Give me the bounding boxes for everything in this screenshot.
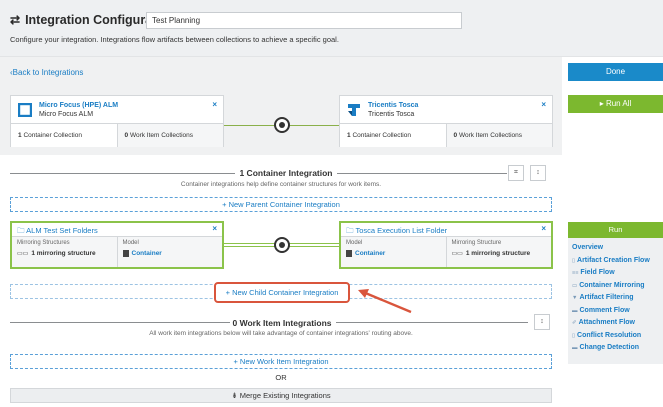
sidebar-item-artifact-filtering[interactable]: ▼ Artifact Filtering (572, 292, 659, 305)
container-name: Tosca Execution List Folder (355, 226, 448, 235)
close-icon[interactable]: × (212, 224, 217, 233)
integration-name-input[interactable] (146, 12, 462, 29)
or-separator: OR (275, 373, 287, 382)
run-button[interactable]: Run (568, 222, 663, 238)
collection-card-right[interactable]: Tricentis Tosca Tricentis Tosca × 1 Cont… (339, 95, 553, 147)
tricentis-logo-icon (348, 104, 360, 116)
document-icon (122, 250, 129, 257)
collection-name: Tricentis Tosca (368, 102, 419, 109)
integration-icon: ⇄ (10, 13, 21, 27)
mirroring-structure-icon: ▭▭ (17, 251, 29, 257)
mirroring-label: Mirroring Structures (17, 240, 70, 246)
mirroring-structure-icon: ▭▭ (451, 251, 463, 257)
work-item-collection-count[interactable]: 0 Work Item Collections (446, 124, 552, 147)
section-divider (10, 322, 230, 323)
filter-icon: ▼ (572, 295, 578, 301)
sidebar-item-overview[interactable]: Overview (572, 242, 659, 255)
change-icon: ▬ (572, 345, 578, 351)
container-hub-icon (274, 237, 290, 253)
highlight-arrow-icon (358, 289, 412, 314)
field-icon: ≡≡ (572, 270, 579, 276)
sidebar-item-container-mirroring[interactable]: ▭ Container Mirroring (572, 280, 659, 293)
new-parent-container-integration-button[interactable]: + New Parent Container Integration (10, 197, 552, 212)
work-item-collection-count[interactable]: 0 Work Item Collections (117, 124, 223, 147)
model-value[interactable]: Container (122, 250, 218, 257)
sidebar-item-conflict-resolution[interactable]: ▯ Conflict Resolution (572, 330, 659, 343)
new-child-container-integration-button[interactable]: + New Child Container Integration (214, 282, 350, 303)
page-description: Configure your integration. Integrations… (10, 35, 339, 44)
container-section-subtitle: Container integrations help define conta… (180, 181, 382, 188)
collection-name: Micro Focus (HPE) ALM (39, 102, 119, 109)
container-section-title: 1 Container Integration (239, 168, 333, 178)
conflict-icon: ▯ (572, 332, 576, 339)
container-collection-count[interactable]: 1 Container Collection (11, 124, 118, 147)
section-divider (10, 173, 235, 174)
sidebar-item-field-flow[interactable]: ≡≡ Field Flow (572, 267, 659, 280)
artifact-icon: ▯ (572, 257, 576, 264)
collection-subtitle: Tricentis Tosca (368, 111, 415, 118)
header: ⇄ Integration Configuration Configure yo… (0, 0, 663, 57)
container-name: ALM Test Set Folders (26, 226, 98, 235)
close-icon[interactable]: × (541, 100, 546, 109)
mirroring-label: Mirroring Structure (451, 240, 502, 246)
container-card-right[interactable]: 🗀 Tosca Execution List Folder × Model Co… (339, 221, 553, 269)
work-item-section-title: 0 Work Item Integrations (232, 318, 332, 328)
sidebar-item-artifact-creation-flow[interactable]: ▯ Artifact Creation Flow (572, 255, 659, 268)
sidebar-item-change-detection[interactable]: ▬ Change Detection (572, 342, 659, 355)
back-link-label: Back to Integrations (12, 68, 84, 77)
collection-hub-icon (274, 117, 290, 133)
mirroring-structure-value[interactable]: ▭▭ 1 mirroring structure (17, 250, 112, 257)
done-button[interactable]: Done (568, 63, 663, 81)
section-divider (337, 173, 507, 174)
container-card-left[interactable]: 🗀 ALM Test Set Folders × Mirroring Struc… (10, 221, 224, 269)
folder-icon: 🗀 (17, 226, 25, 235)
comment-icon: ▬ (572, 307, 578, 314)
attachment-icon: ✐ (572, 320, 577, 326)
sidebar-nav: Overview ▯ Artifact Creation Flow ≡≡ Field… (568, 238, 663, 364)
run-all-button[interactable]: ▸ Run All (568, 95, 663, 113)
section-divider (336, 322, 528, 323)
sidebar-item-comment-flow[interactable]: ▬ Comment Flow (572, 305, 659, 318)
mirror-icon: ▭ (572, 282, 578, 289)
close-icon[interactable]: × (212, 100, 217, 109)
work-item-section-subtitle: All work item integrations below will ta… (149, 330, 413, 337)
reorder-button[interactable]: ↕ (530, 165, 546, 181)
folder-icon: 🗀 (346, 226, 354, 235)
model-label: Model (122, 240, 139, 246)
sidebar-item-attachment-flow[interactable]: ✐ Attachment Flow (572, 317, 659, 330)
document-icon (346, 250, 352, 257)
micro-focus-logo-icon (18, 103, 32, 117)
merge-existing-integrations-button[interactable]: ⇟ Merge Existing Integrations (10, 388, 552, 403)
model-value[interactable]: Container (346, 250, 441, 257)
container-collection-count[interactable]: 1 Container Collection (340, 124, 447, 147)
model-label: Model (346, 240, 363, 246)
hierarchy-tool-button[interactable]: ⌗ (508, 165, 524, 181)
reorder-button[interactable]: ↕ (534, 314, 550, 330)
mirroring-structure-value[interactable]: ▭▭ 1 mirroring structure (452, 250, 547, 257)
collection-subtitle: Micro Focus ALM (39, 111, 94, 118)
back-to-integrations-link[interactable]: ‹Back to Integrations (10, 68, 83, 77)
collection-card-left[interactable]: Micro Focus (HPE) ALM Micro Focus ALM × … (10, 95, 224, 147)
new-work-item-integration-button[interactable]: + New Work Item Integration (10, 354, 552, 369)
close-icon[interactable]: × (541, 224, 546, 233)
